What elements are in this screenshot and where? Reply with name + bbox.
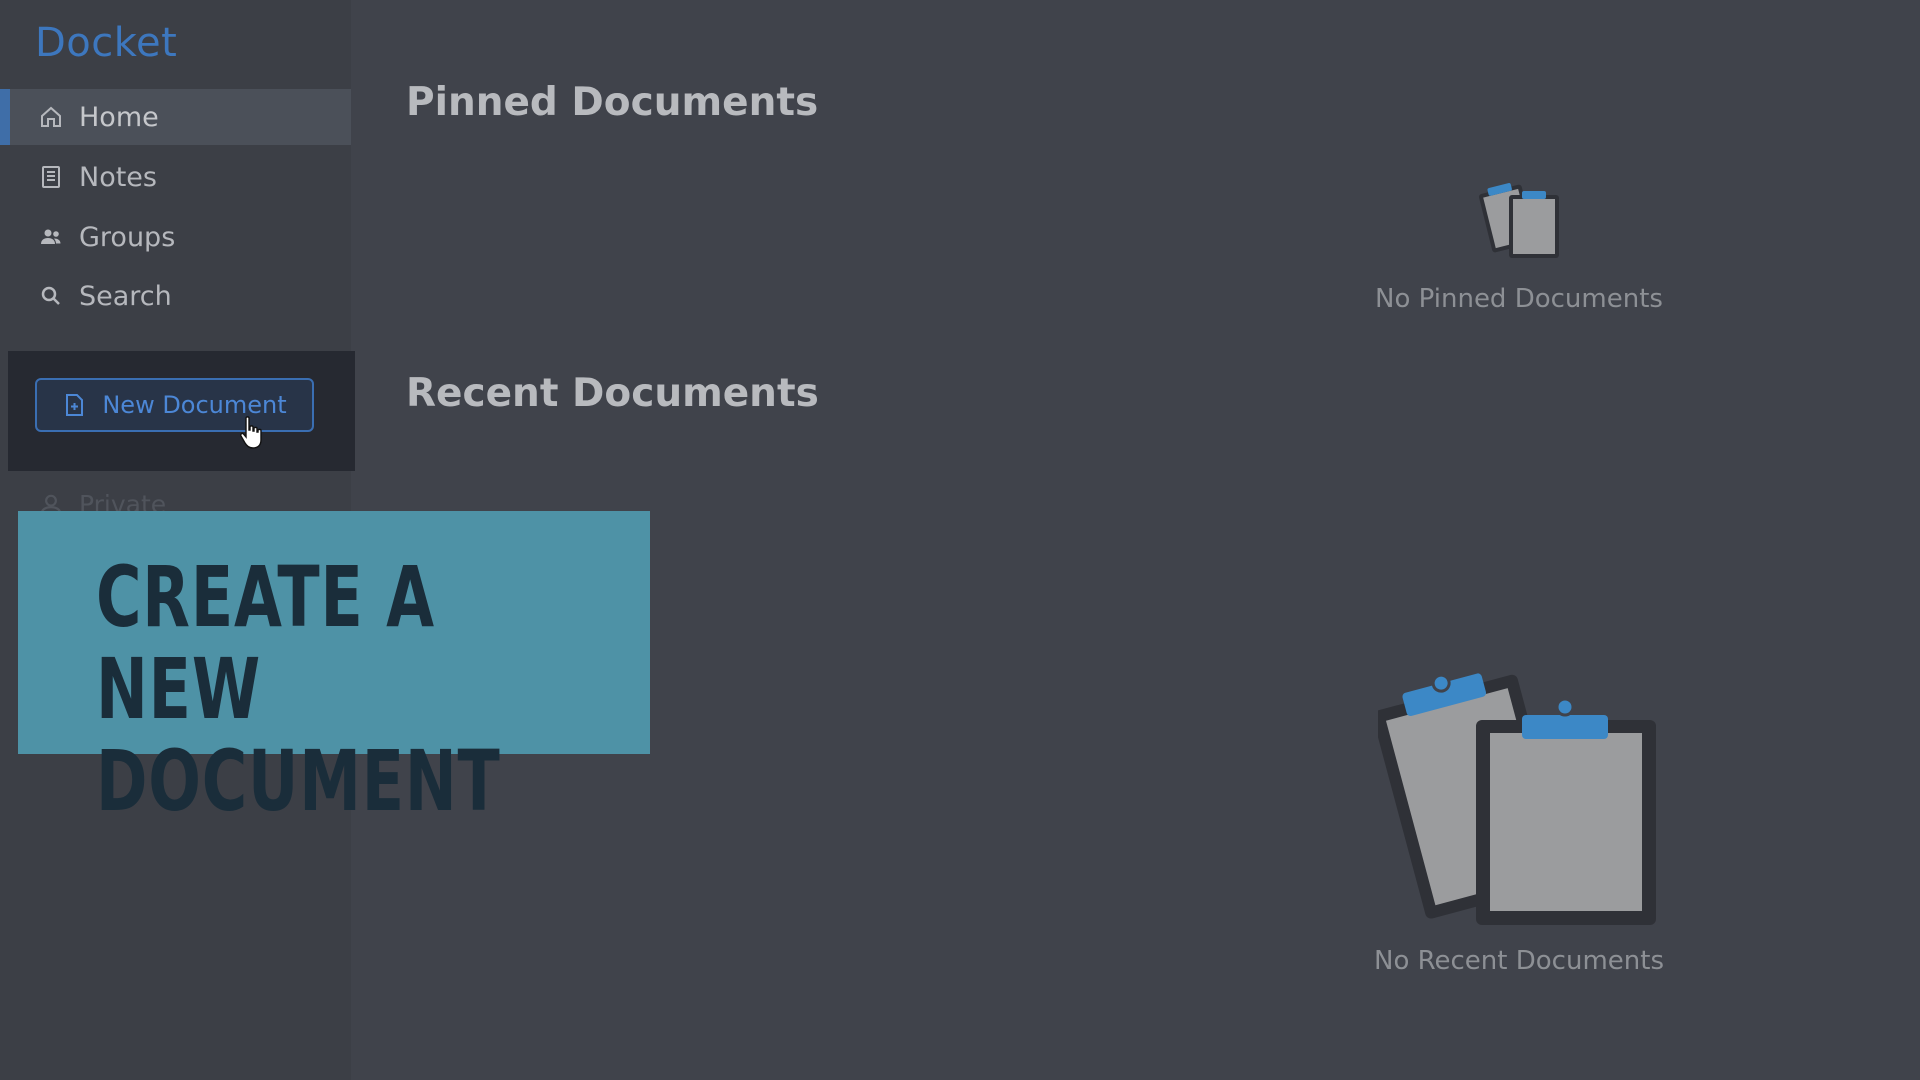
sidebar-item-search[interactable]: Search [0,268,351,324]
sidebar-item-label: Search [79,280,172,312]
new-document-button[interactable]: New Document [35,378,314,432]
new-document-icon [62,393,86,417]
recent-documents-title: Recent Documents [406,371,819,416]
sidebar-item-home[interactable]: Home [0,89,351,145]
search-icon [38,283,64,309]
groups-icon [38,224,64,250]
pinned-clipboard-icon [1478,183,1559,258]
recent-empty-label: No Recent Documents [1374,946,1664,976]
sidebar-item-notes[interactable]: Notes [0,149,351,205]
sidebar-item-label: Groups [79,221,176,253]
recent-clipboard-icon [1378,673,1656,925]
hand-pointer-icon [240,416,262,449]
new-document-label: New Document [102,391,287,419]
home-icon [38,104,64,130]
sidebar-item-label: Notes [79,161,157,193]
sidebar-item-groups[interactable]: Groups [0,209,351,265]
tutorial-banner: CREATE A NEW DOCUMENT [18,511,650,827]
app-logo[interactable]: Docket [35,20,177,66]
pinned-empty-label: No Pinned Documents [1375,284,1663,314]
pinned-documents-title: Pinned Documents [406,80,819,125]
banner-heading: CREATE A NEW DOCUMENT [96,548,501,830]
notes-icon [38,164,64,190]
sidebar-item-label: Home [79,101,159,133]
